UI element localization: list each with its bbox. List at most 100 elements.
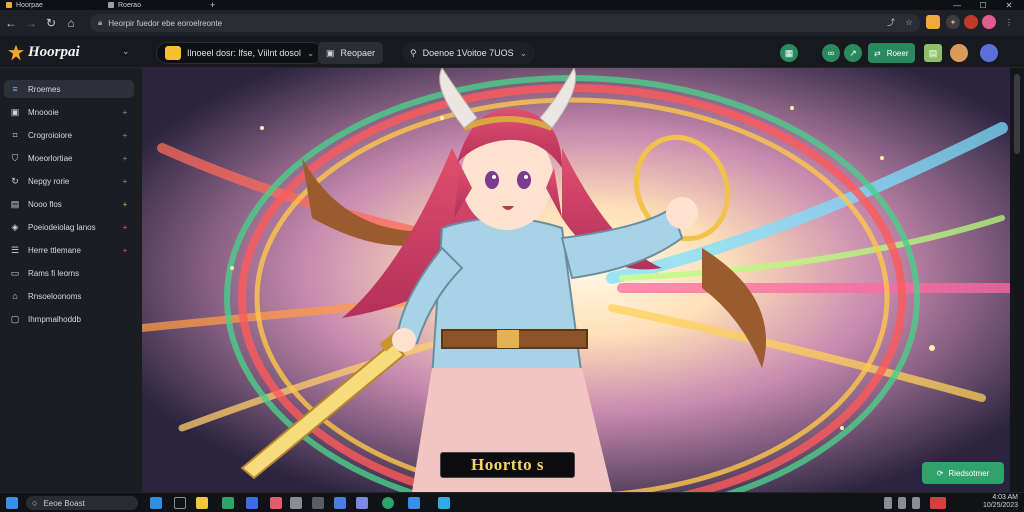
sidebar-item[interactable]: ☰ Herre ttlemane + xyxy=(4,241,134,259)
add-icon[interactable]: + xyxy=(120,246,130,255)
new-tab-button[interactable]: + xyxy=(210,0,215,10)
browser-tab-1[interactable]: Hoorpae xyxy=(6,0,43,10)
taskbar-app-icon[interactable] xyxy=(222,497,234,509)
refresh-icon: ↻ xyxy=(11,175,19,186)
chevron-down-icon: ⌄ xyxy=(519,47,528,58)
app-logo[interactable]: Hoorpai xyxy=(8,44,80,61)
taskbar-app-icon[interactable] xyxy=(150,497,162,509)
task-view-icon[interactable] xyxy=(174,497,186,509)
close-window-button[interactable]: ✕ xyxy=(998,0,1020,10)
repair-button-label: Reopaer xyxy=(340,48,376,58)
sidebar-item[interactable]: ◈ Poeiodeiolag lanos + xyxy=(4,218,134,236)
extension-puzzle-icon[interactable]: ✦ xyxy=(946,15,960,29)
taskbar-app-icon[interactable] xyxy=(334,497,346,509)
tab-label: Hoorpae xyxy=(16,1,43,9)
windows-start-icon[interactable] xyxy=(6,497,18,509)
regenerate-label: Riedsotmer xyxy=(948,468,990,478)
scrollbar-thumb[interactable] xyxy=(1014,74,1020,154)
sidebar-item[interactable]: ▣ Mnoooie + xyxy=(4,103,134,121)
extension-red-icon[interactable] xyxy=(964,15,978,29)
gallery-icon[interactable]: ▤ xyxy=(924,44,942,62)
sidebar-item-label: Mnoooie xyxy=(28,107,59,117)
sidebar-item[interactable]: ⌂ Rnsoeloonoms xyxy=(4,287,134,305)
volume-icon[interactable] xyxy=(912,497,920,509)
network-icon[interactable] xyxy=(898,497,906,509)
maximize-button[interactable]: ☐ xyxy=(972,0,994,10)
menu-dots-icon[interactable]: ⋮ xyxy=(1002,15,1016,29)
user-avatar-secondary[interactable] xyxy=(980,44,998,62)
repair-button[interactable]: ▣ Reopaer xyxy=(318,42,384,64)
sidebar-item-label: Crogroioiore xyxy=(28,130,73,140)
add-icon[interactable]: + xyxy=(120,154,130,163)
taskbar-app-icon[interactable] xyxy=(270,497,282,509)
browser-tab-2[interactable]: Roerao xyxy=(108,0,141,10)
sidebar-item-label: Rnsoeloonoms xyxy=(28,291,82,301)
add-icon[interactable]: + xyxy=(120,108,130,117)
chevron-down-icon[interactable]: ⌄ xyxy=(122,46,130,57)
logo-star-icon xyxy=(8,44,24,61)
search-icon: ○ xyxy=(32,498,38,508)
link-icon[interactable]: ∞ xyxy=(822,44,840,62)
taskbar-app-icon[interactable] xyxy=(382,497,394,509)
file-explorer-icon[interactable] xyxy=(196,497,208,509)
header-action-label: Roeer xyxy=(886,48,909,58)
profile-avatar[interactable] xyxy=(982,15,996,29)
model-dropdown[interactable]: ⚲ Doenoe 1Voitoe 7UOS ⌄ xyxy=(402,42,536,64)
scrollbar[interactable] xyxy=(1010,68,1024,492)
sidebar-item[interactable]: ⌗ Crogroioiore + xyxy=(4,126,134,144)
sidebar-item-label: Rroemes xyxy=(28,84,61,94)
user-avatar[interactable] xyxy=(950,44,968,62)
home-icon[interactable]: ⌂ xyxy=(62,14,80,32)
image-icon: ▣ xyxy=(326,47,335,58)
add-icon[interactable]: + xyxy=(120,131,130,140)
add-icon[interactable]: + xyxy=(120,223,130,232)
reload-icon[interactable]: ↻ xyxy=(42,14,60,32)
back-arrow-icon[interactable]: ← xyxy=(2,14,20,32)
share-icon[interactable]: ⤴ xyxy=(884,15,898,29)
extension-icon[interactable] xyxy=(926,15,940,29)
lock-icon: 🔒︎ xyxy=(98,18,103,27)
taskbar-app-icon[interactable] xyxy=(356,497,368,509)
shield-icon: ⛉ xyxy=(11,152,19,163)
sidebar-item[interactable]: ↻ Nepgy rorie + xyxy=(4,172,134,190)
bookmark-star-icon[interactable]: ☆ xyxy=(902,15,916,29)
clock-time: 4:03 AM xyxy=(992,494,1018,501)
sidebar-item[interactable]: ▤ Nooo flos + xyxy=(4,195,134,213)
tab-favicon-icon xyxy=(6,2,12,8)
header-action-button[interactable]: ⇄ Roeer xyxy=(868,43,915,63)
add-icon[interactable]: + xyxy=(120,200,130,209)
taskbar-app-icon[interactable] xyxy=(312,497,324,509)
taskbar-search[interactable]: ○ Eeoe Boast xyxy=(26,496,138,510)
taskbar-app-icon[interactable] xyxy=(408,497,420,509)
sidebar: ≡ Rroemes ▣ Mnoooie + ⌗ Crogroioiore + ⛉ Moeorlor… xyxy=(0,68,142,492)
artwork-canvas: Hoortto s ⟳ Riedsotmer xyxy=(142,68,1010,492)
share-icon[interactable]: ↗ xyxy=(844,44,862,62)
chevron-down-icon: ⌄ xyxy=(306,47,315,58)
minimize-button[interactable]: — xyxy=(946,0,968,10)
forward-arrow-icon[interactable]: → xyxy=(22,14,40,32)
regenerate-button[interactable]: ⟳ Riedsotmer xyxy=(922,462,1004,484)
url-text: Heorpir fuedor ebe eoroelreonte xyxy=(108,18,223,28)
anime-warrior-artwork xyxy=(142,68,1010,492)
clock-date: 10/25/2023 xyxy=(982,502,1018,509)
add-icon[interactable]: + xyxy=(120,177,130,186)
sidebar-item-label: Nepgy rorie xyxy=(28,176,70,186)
mail-icon[interactable] xyxy=(246,497,258,509)
grid-icon[interactable]: ▦ xyxy=(780,44,798,62)
sidebar-item[interactable]: ≡ Rroemes xyxy=(4,80,134,98)
system-tray-icon[interactable] xyxy=(884,497,892,509)
address-bar[interactable]: 🔒︎ Heorpir fuedor ebe eoroelreonte xyxy=(90,14,920,32)
browser-taskbar-icon[interactable] xyxy=(438,497,450,509)
image-icon xyxy=(165,46,181,60)
sidebar-item[interactable]: ⛉ Moeorlortiae + xyxy=(4,149,134,167)
taskbar-clock[interactable]: 4:03 AM 10/25/2023 xyxy=(983,494,1018,510)
book-icon: ▤ xyxy=(10,198,20,209)
model-dropdown-label: Doenoe 1Voitoe 7UOS xyxy=(422,48,514,58)
sidebar-item[interactable]: ▭ Rams fi leorns xyxy=(4,264,134,282)
prompt-dropdown[interactable]: Ilnoeel dosr: lfse, Viilnt dosol ⌄ xyxy=(156,42,324,64)
home-icon: ⌂ xyxy=(12,291,18,301)
battery-icon[interactable] xyxy=(930,497,946,509)
taskbar-app-icon[interactable] xyxy=(290,497,302,509)
sidebar-item[interactable]: ▢ Ihmpmalhoddb xyxy=(4,310,134,328)
layers-icon: ≡ xyxy=(12,84,18,94)
